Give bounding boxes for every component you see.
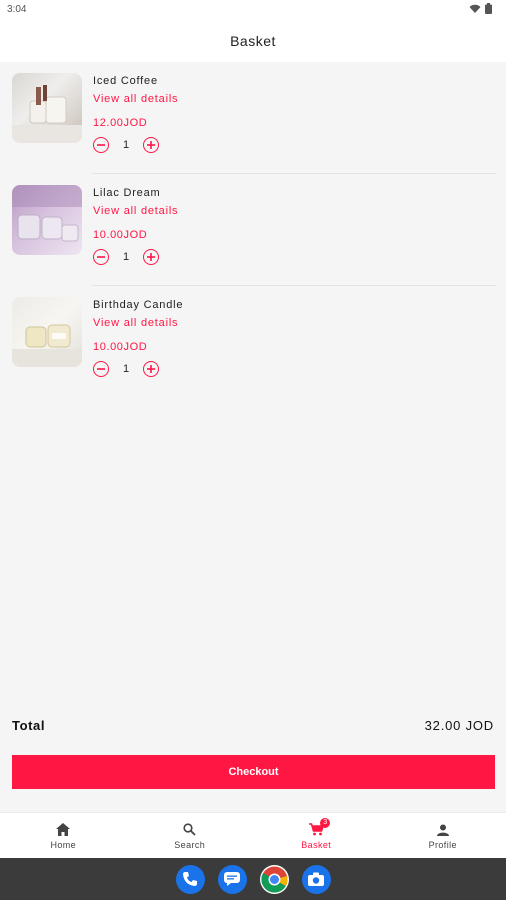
item-price: 10.00JOD [93, 341, 148, 353]
increase-button[interactable] [143, 361, 159, 377]
basket-item: Iced Coffee View all details 12.00JOD 1 [0, 62, 506, 174]
product-image[interactable] [12, 297, 82, 367]
minus-icon [97, 368, 105, 370]
quantity-stepper: 1 [93, 249, 159, 265]
basket-list: Iced Coffee View all details 12.00JOD 1 … [0, 62, 506, 398]
item-price: 12.00JOD [93, 117, 148, 129]
phone-icon[interactable] [175, 864, 205, 894]
decrease-button[interactable] [93, 137, 109, 153]
total-row: Total 32.00 JOD [12, 718, 494, 736]
item-name: Iced Coffee [93, 75, 158, 87]
nav-item-basket[interactable]: 3 Basket [253, 813, 380, 859]
battery-icon [485, 3, 492, 14]
checkout-button[interactable]: Checkout [12, 755, 495, 789]
search-icon [182, 823, 198, 837]
decrease-button[interactable] [93, 361, 109, 377]
quantity-value: 1 [122, 251, 130, 263]
increase-button[interactable] [143, 249, 159, 265]
camera-icon[interactable] [301, 864, 331, 894]
status-time: 3:04 [7, 4, 27, 15]
wifi-icon [469, 4, 481, 13]
minus-icon [97, 256, 105, 258]
total-value: 32.00 JOD [424, 718, 494, 733]
view-details-link[interactable]: View all details [93, 205, 178, 217]
item-name: Birthday Candle [93, 299, 184, 311]
quantity-stepper: 1 [93, 361, 159, 377]
nav-item-search[interactable]: Search [127, 813, 254, 859]
app-bar: Basket [0, 20, 506, 62]
nav-label-search: Search [174, 839, 206, 850]
plus-icon [147, 365, 155, 373]
bottom-nav: Home Search 3 Basket Profile [0, 812, 506, 859]
nav-label-profile: Profile [428, 839, 457, 850]
minus-icon [97, 144, 105, 146]
page-title: Basket [230, 33, 276, 49]
checkout-label: Checkout [228, 766, 279, 778]
nav-label-basket: Basket [301, 839, 332, 850]
product-image[interactable] [12, 73, 82, 143]
view-details-link[interactable]: View all details [93, 93, 178, 105]
view-details-link[interactable]: View all details [93, 317, 178, 329]
nav-label-home: Home [50, 839, 77, 850]
basket-item: Birthday Candle View all details 10.00JO… [0, 286, 506, 398]
product-image[interactable] [12, 185, 82, 255]
nav-item-home[interactable]: Home [0, 813, 127, 859]
plus-icon [147, 141, 155, 149]
messages-icon[interactable] [217, 864, 247, 894]
status-icons [469, 3, 492, 14]
increase-button[interactable] [143, 137, 159, 153]
nav-item-profile[interactable]: Profile [380, 813, 506, 859]
quantity-value: 1 [122, 363, 130, 375]
total-label: Total [12, 718, 46, 733]
plus-icon [147, 253, 155, 261]
cart-icon: 3 [308, 817, 331, 837]
basket-item: Lilac Dream View all details 10.00JOD 1 [0, 174, 506, 286]
item-name: Lilac Dream [93, 187, 161, 199]
system-dock [0, 858, 506, 900]
person-icon [435, 823, 451, 837]
quantity-value: 1 [122, 139, 130, 151]
item-price: 10.00JOD [93, 229, 148, 241]
chrome-icon[interactable] [259, 864, 289, 894]
quantity-stepper: 1 [93, 137, 159, 153]
cart-badge: 3 [320, 817, 331, 828]
home-icon [55, 823, 71, 837]
decrease-button[interactable] [93, 249, 109, 265]
status-bar: 3:04 [0, 0, 506, 20]
